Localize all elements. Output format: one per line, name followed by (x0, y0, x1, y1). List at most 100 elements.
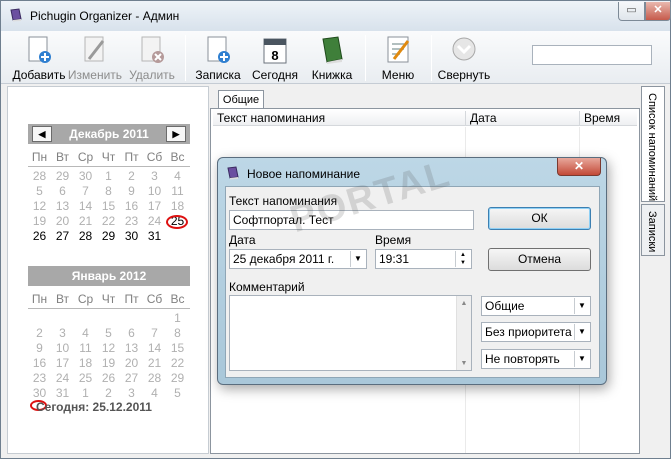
comment-textarea[interactable]: ▲ ▼ (229, 295, 472, 371)
calendar-day[interactable]: 7 (143, 326, 166, 341)
calendar-day[interactable]: 13 (120, 341, 143, 356)
date-picker[interactable]: 25 декабря 2011 г. ▼ (229, 249, 367, 269)
calendar-day[interactable]: 3 (120, 386, 143, 401)
edit-button[interactable]: Изменить (67, 33, 123, 83)
calendar-day[interactable]: 16 (120, 199, 143, 214)
calendar-day[interactable]: 23 (28, 371, 51, 386)
today-link[interactable]: Сегодня: 25.12.2011 (36, 400, 152, 414)
tab-notes[interactable]: Записки (641, 204, 665, 256)
calendar-day[interactable]: 2 (97, 386, 120, 401)
calendar-day[interactable]: 18 (166, 199, 189, 214)
calendar-day[interactable]: 29 (97, 229, 120, 244)
category-select[interactable]: Общие ▼ (481, 296, 591, 316)
calendar-day[interactable]: 14 (143, 341, 166, 356)
calendar-day[interactable]: 28 (28, 169, 51, 184)
column-header-date[interactable]: Дата (465, 111, 579, 125)
calendar-day[interactable]: 27 (51, 229, 74, 244)
calendar-day[interactable]: 4 (166, 169, 189, 184)
ok-button[interactable]: ОК (488, 207, 591, 230)
calendar-day[interactable]: 29 (51, 169, 74, 184)
calendar-day[interactable]: 19 (28, 214, 51, 229)
calendar-day[interactable]: 29 (166, 371, 189, 386)
calendar-day[interactable]: 20 (51, 214, 74, 229)
calendar-day[interactable]: 15 (166, 341, 189, 356)
column-header-text[interactable]: Текст напоминания (213, 111, 465, 125)
chevron-down-icon[interactable]: ▼ (574, 351, 589, 367)
calendar-day[interactable]: 30 (74, 169, 97, 184)
search-input[interactable] (532, 45, 652, 65)
calendar-day[interactable]: 5 (166, 386, 189, 401)
calendar-day[interactable]: 2 (28, 326, 51, 341)
calendar-day[interactable]: 11 (166, 184, 189, 199)
book-button[interactable]: Книжка (307, 33, 357, 83)
calendar-day[interactable]: 22 (97, 214, 120, 229)
scroll-up-icon[interactable]: ▲ (457, 300, 471, 307)
calendar-day[interactable]: 9 (120, 184, 143, 199)
cancel-button[interactable]: Отмена (488, 248, 591, 271)
add-button[interactable]: Добавить (8, 33, 70, 83)
calendar-day[interactable]: 21 (143, 356, 166, 371)
calendar-day[interactable]: 6 (51, 184, 74, 199)
tab-reminders-list[interactable]: Список напоминаний (641, 86, 665, 202)
calendar-day[interactable]: 1 (97, 169, 120, 184)
collapse-button[interactable]: Свернуть (437, 33, 491, 83)
calendar-day[interactable]: 8 (166, 326, 189, 341)
calendar-day[interactable]: 12 (97, 341, 120, 356)
calendar-day[interactable]: 28 (143, 371, 166, 386)
calendar-day[interactable]: 9 (28, 341, 51, 356)
minimize-button[interactable]: ▭ (618, 2, 645, 21)
calendar-day[interactable]: 13 (51, 199, 74, 214)
calendar-day[interactable]: 24 (143, 214, 166, 229)
priority-select[interactable]: Без приоритета ▼ (481, 322, 591, 342)
calendar-day[interactable]: 23 (120, 214, 143, 229)
close-button[interactable]: ✕ (645, 2, 671, 21)
calendar-day[interactable]: 28 (74, 229, 97, 244)
calendar-day[interactable]: 3 (51, 326, 74, 341)
calendar-day[interactable]: 1 (166, 311, 189, 326)
calendar-day[interactable]: 30 (120, 229, 143, 244)
calendar-day[interactable]: 10 (51, 341, 74, 356)
next-month-button[interactable]: ▶ (166, 126, 186, 142)
time-input[interactable]: 19:31 ▲ ▼ (375, 249, 472, 269)
calendar-day[interactable]: 27 (120, 371, 143, 386)
column-header-time[interactable]: Время (579, 111, 637, 125)
calendar-day[interactable]: 26 (97, 371, 120, 386)
calendar-day[interactable]: 31 (51, 386, 74, 401)
calendar-day[interactable]: 6 (120, 326, 143, 341)
calendar-day[interactable]: 5 (97, 326, 120, 341)
calendar-day[interactable]: 30 (28, 386, 51, 401)
calendar-day[interactable]: 1 (74, 386, 97, 401)
calendar-day[interactable]: 19 (97, 356, 120, 371)
calendar-day[interactable]: 17 (143, 199, 166, 214)
chevron-down-icon[interactable]: ▼ (574, 298, 589, 314)
calendar-day[interactable]: 10 (143, 184, 166, 199)
time-spinner[interactable]: ▲ ▼ (455, 251, 470, 267)
delete-button[interactable]: Удалить (125, 33, 179, 83)
calendar-day[interactable]: 20 (120, 356, 143, 371)
calendar-day[interactable]: 18 (74, 356, 97, 371)
calendar-day[interactable]: 7 (74, 184, 97, 199)
spin-down-icon[interactable]: ▼ (456, 259, 470, 267)
spin-up-icon[interactable]: ▲ (456, 251, 470, 259)
calendar-day[interactable]: 4 (74, 326, 97, 341)
calendar-day[interactable]: 16 (28, 356, 51, 371)
menu-button[interactable]: Меню (373, 33, 423, 83)
calendar-day[interactable]: 22 (166, 356, 189, 371)
calendar-day[interactable]: 3 (143, 169, 166, 184)
calendar-day[interactable]: 15 (97, 199, 120, 214)
calendar-day[interactable]: 17 (51, 356, 74, 371)
calendar-day[interactable]: 21 (74, 214, 97, 229)
today-button[interactable]: 8 Сегодня (249, 33, 301, 83)
note-button[interactable]: Записка (193, 33, 243, 83)
calendar-day[interactable]: 11 (74, 341, 97, 356)
calendar-day[interactable]: 14 (74, 199, 97, 214)
prev-month-button[interactable]: ◀ (32, 126, 52, 142)
calendar-day[interactable]: 26 (28, 229, 51, 244)
calendar-day[interactable]: 2 (120, 169, 143, 184)
calendar-day[interactable]: 24 (51, 371, 74, 386)
dialog-close-button[interactable]: ✕ (557, 158, 601, 176)
tab-general[interactable]: Общие (218, 90, 264, 109)
comment-scrollbar[interactable]: ▲ ▼ (456, 296, 471, 370)
repeat-select[interactable]: Не повторять ▼ (481, 349, 591, 369)
calendar-day[interactable]: 31 (143, 229, 166, 244)
